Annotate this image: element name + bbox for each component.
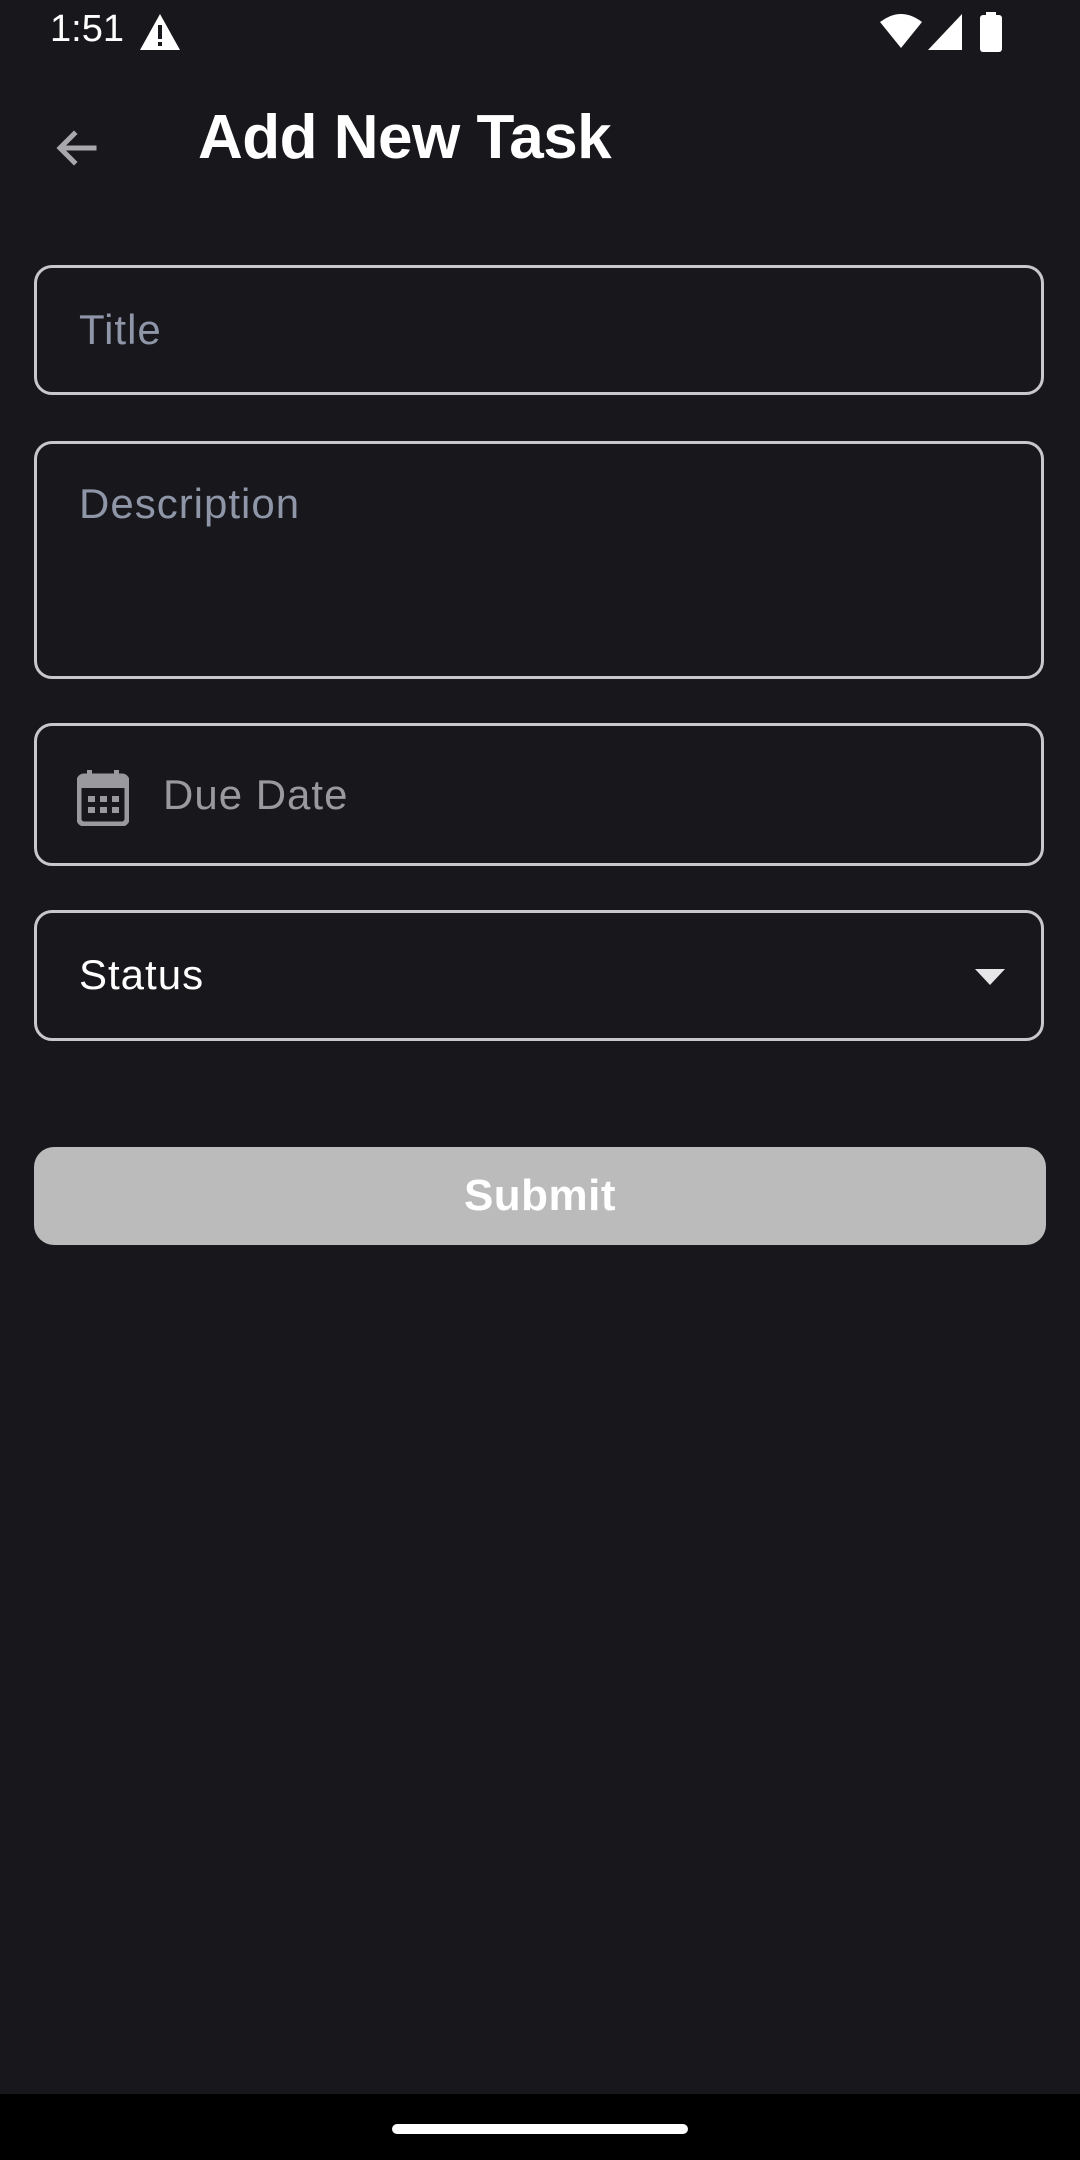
submit-button[interactable]: Submit [34, 1147, 1046, 1245]
status-time: 1:51 [50, 8, 124, 50]
battery-icon [980, 12, 1002, 52]
add-task-screen: 1:51 Add New Task Title Description Due … [0, 0, 1080, 2160]
page-title: Add New Task [198, 103, 612, 172]
app-bar: Add New Task [0, 66, 1080, 218]
navigation-bar [0, 2094, 1080, 2160]
status-bar: 1:51 [0, 0, 1080, 66]
due-date-field[interactable] [34, 723, 1044, 866]
wifi-icon [880, 14, 922, 48]
home-indicator[interactable] [392, 2124, 688, 2134]
dropdown-arrow-icon [975, 969, 1005, 985]
back-button[interactable] [40, 112, 112, 184]
title-input[interactable] [37, 268, 1041, 392]
title-field[interactable] [34, 265, 1044, 395]
arrow-left-icon [56, 130, 97, 166]
description-input[interactable] [37, 444, 1041, 676]
description-field[interactable] [34, 441, 1044, 679]
status-label: Status [79, 951, 205, 998]
alert-icon [140, 14, 180, 50]
due-date-input[interactable] [37, 726, 1041, 863]
status-dropdown[interactable]: Status [34, 910, 1044, 1041]
signal-icon [928, 14, 962, 50]
